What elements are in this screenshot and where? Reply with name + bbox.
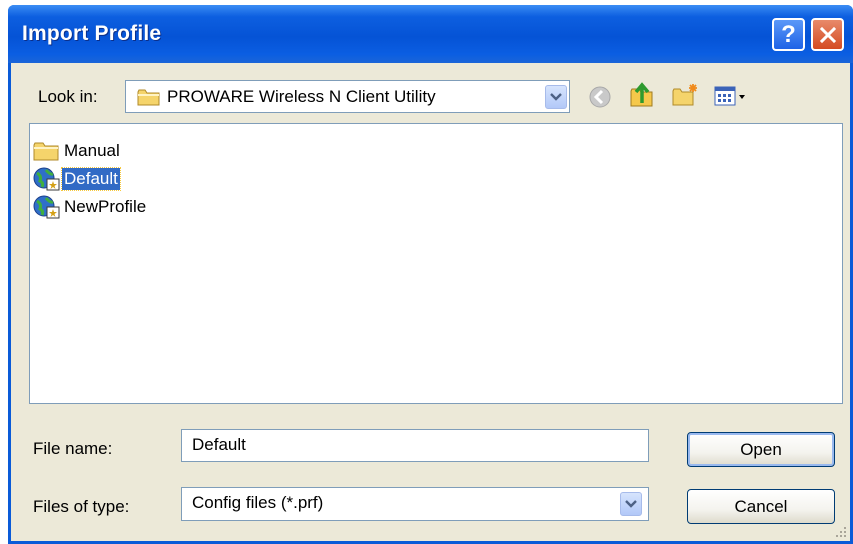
close-button[interactable]: [811, 18, 844, 51]
look-in-dropdown-button[interactable]: [545, 85, 567, 109]
view-menu-icon[interactable]: [713, 83, 749, 111]
title-bar[interactable]: Import Profile ?: [8, 5, 853, 63]
file-type-label: Files of type:: [33, 497, 130, 516]
file-type-dropdown-button[interactable]: [620, 492, 642, 516]
import-profile-dialog: Import Profile ? Look in: PROWARE Wirele…: [8, 5, 853, 544]
close-icon: [819, 26, 836, 43]
chevron-down-icon: [625, 500, 637, 508]
look-in-label: Look in:: [38, 87, 98, 106]
file-name: Default: [61, 167, 121, 191]
dialog-title: Import Profile: [22, 22, 162, 45]
cancel-button[interactable]: Cancel: [687, 489, 835, 524]
new-folder-icon[interactable]: [671, 81, 699, 109]
profile-icon: [33, 167, 60, 191]
look-in-value: PROWARE Wireless N Client Utility: [167, 87, 436, 106]
open-button[interactable]: Open: [687, 432, 835, 467]
help-button[interactable]: ?: [772, 18, 805, 51]
dialog-body: Look in: PROWARE Wireless N Client Utili…: [11, 63, 850, 541]
list-item-manual[interactable]: Manual: [32, 139, 122, 163]
folder-icon: [33, 142, 59, 161]
file-name: Manual: [64, 141, 120, 160]
question-mark-icon: ?: [781, 20, 796, 48]
file-name: NewProfile: [64, 197, 147, 216]
profile-icon: [33, 195, 60, 219]
file-type-value: Config files (*.prf): [192, 493, 324, 512]
file-name-input[interactable]: Default: [181, 429, 649, 462]
folder-icon: [137, 89, 160, 106]
file-type-dropdown[interactable]: Config files (*.prf): [181, 487, 649, 521]
file-name-label: File name:: [33, 439, 113, 458]
look-in-dropdown[interactable]: PROWARE Wireless N Client Utility: [125, 80, 570, 113]
list-item-default[interactable]: Default: [32, 167, 121, 191]
resize-grip-icon[interactable]: [834, 525, 848, 539]
file-list[interactable]: Manual Default NewProfile: [29, 123, 843, 404]
up-folder-icon[interactable]: [628, 81, 656, 109]
back-icon[interactable]: [586, 83, 614, 111]
list-item-newprofile[interactable]: NewProfile: [32, 195, 148, 219]
chevron-down-icon: [550, 93, 562, 101]
